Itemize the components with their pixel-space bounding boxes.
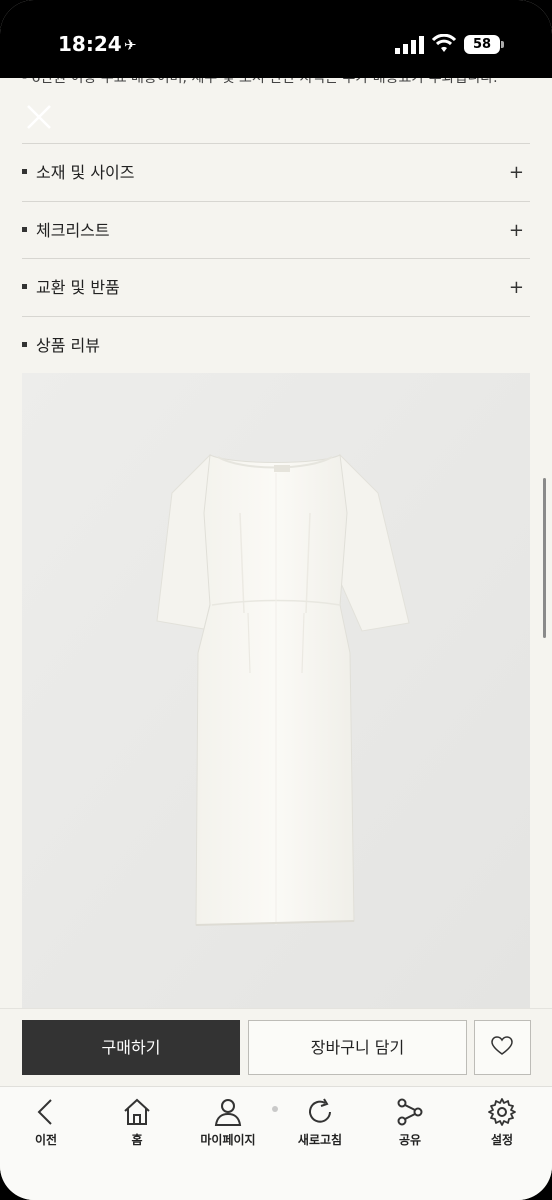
signal-icon [395,36,424,54]
accordion-checklist[interactable]: 체크리스트 + [22,201,530,259]
nav-label: 공유 [398,1133,422,1147]
home-icon [124,1098,150,1125]
settings-icon [488,1098,516,1126]
accordion-material-size[interactable]: 소재 및 사이즈 + [22,143,530,201]
close-icon[interactable] [26,104,52,130]
shipping-note: - 6만원 이상 무료 배송이며, 제주 및 도서 산간 지역은 추가 배송료가… [22,78,498,86]
nav-refresh[interactable]: 새로고침 [280,1097,360,1157]
bottom-navigation: 이전 홈 마이페이지 새로고침 공유 설정 [0,1086,552,1200]
product-image [22,373,530,1008]
do-not-disturb-icon: ✈ [124,36,137,54]
expand-icon[interactable]: + [509,202,524,259]
page-indicator-dot [272,1106,278,1112]
bullet-icon [22,284,27,289]
share-icon [397,1098,423,1126]
accordion-exchange-return[interactable]: 교환 및 반품 + [22,258,530,316]
bullet-icon [22,169,27,174]
status-bar: 18:24 ✈ 58 [0,0,552,78]
battery-indicator: 58 [464,35,500,54]
expand-icon[interactable]: + [509,144,524,201]
nav-mypage[interactable]: 마이페이지 [188,1097,268,1157]
nav-label: 이전 [34,1133,58,1147]
scrollbar[interactable] [543,478,546,638]
nav-label: 홈 [131,1133,143,1147]
bullet-icon [22,342,27,347]
dress-illustration [22,373,530,1008]
nav-label: 마이페이지 [200,1133,256,1147]
phone-screen: 18:24 ✈ 58 - 6만원 이상 무료 배송이며, 제주 및 도서 산간 … [0,0,552,1200]
purchase-bar: 구매하기 장바구니 담기 [0,1008,552,1087]
accordion-label: 교환 및 반품 [36,278,120,297]
nav-label: 새로고침 [297,1133,343,1147]
user-icon [214,1099,242,1126]
accordion-label: 체크리스트 [36,221,110,240]
nav-home[interactable]: 홈 [97,1097,177,1157]
product-detail-content[interactable]: - 6만원 이상 무료 배송이며, 제주 및 도서 산간 지역은 추가 배송료가… [0,78,552,1008]
bullet-icon [22,227,27,232]
back-icon [37,1099,52,1125]
wifi-icon [432,34,456,52]
battery-tip [501,41,504,48]
nav-label: 설정 [490,1133,514,1147]
nav-back[interactable]: 이전 [6,1097,86,1157]
refresh-icon [309,1098,331,1123]
wishlist-button[interactable] [474,1020,531,1075]
expand-icon[interactable]: + [509,259,524,316]
accordion-label: 상품 리뷰 [36,336,100,355]
accordion-label: 소재 및 사이즈 [36,163,135,182]
accordion-reviews[interactable]: 상품 리뷰 [22,316,530,374]
heart-icon [491,1036,513,1055]
nav-share[interactable]: 공유 [370,1097,450,1157]
add-to-cart-button[interactable]: 장바구니 담기 [248,1020,467,1075]
buy-button[interactable]: 구매하기 [22,1020,240,1075]
nav-settings[interactable]: 설정 [462,1097,542,1157]
status-time: 18:24 [58,32,122,56]
